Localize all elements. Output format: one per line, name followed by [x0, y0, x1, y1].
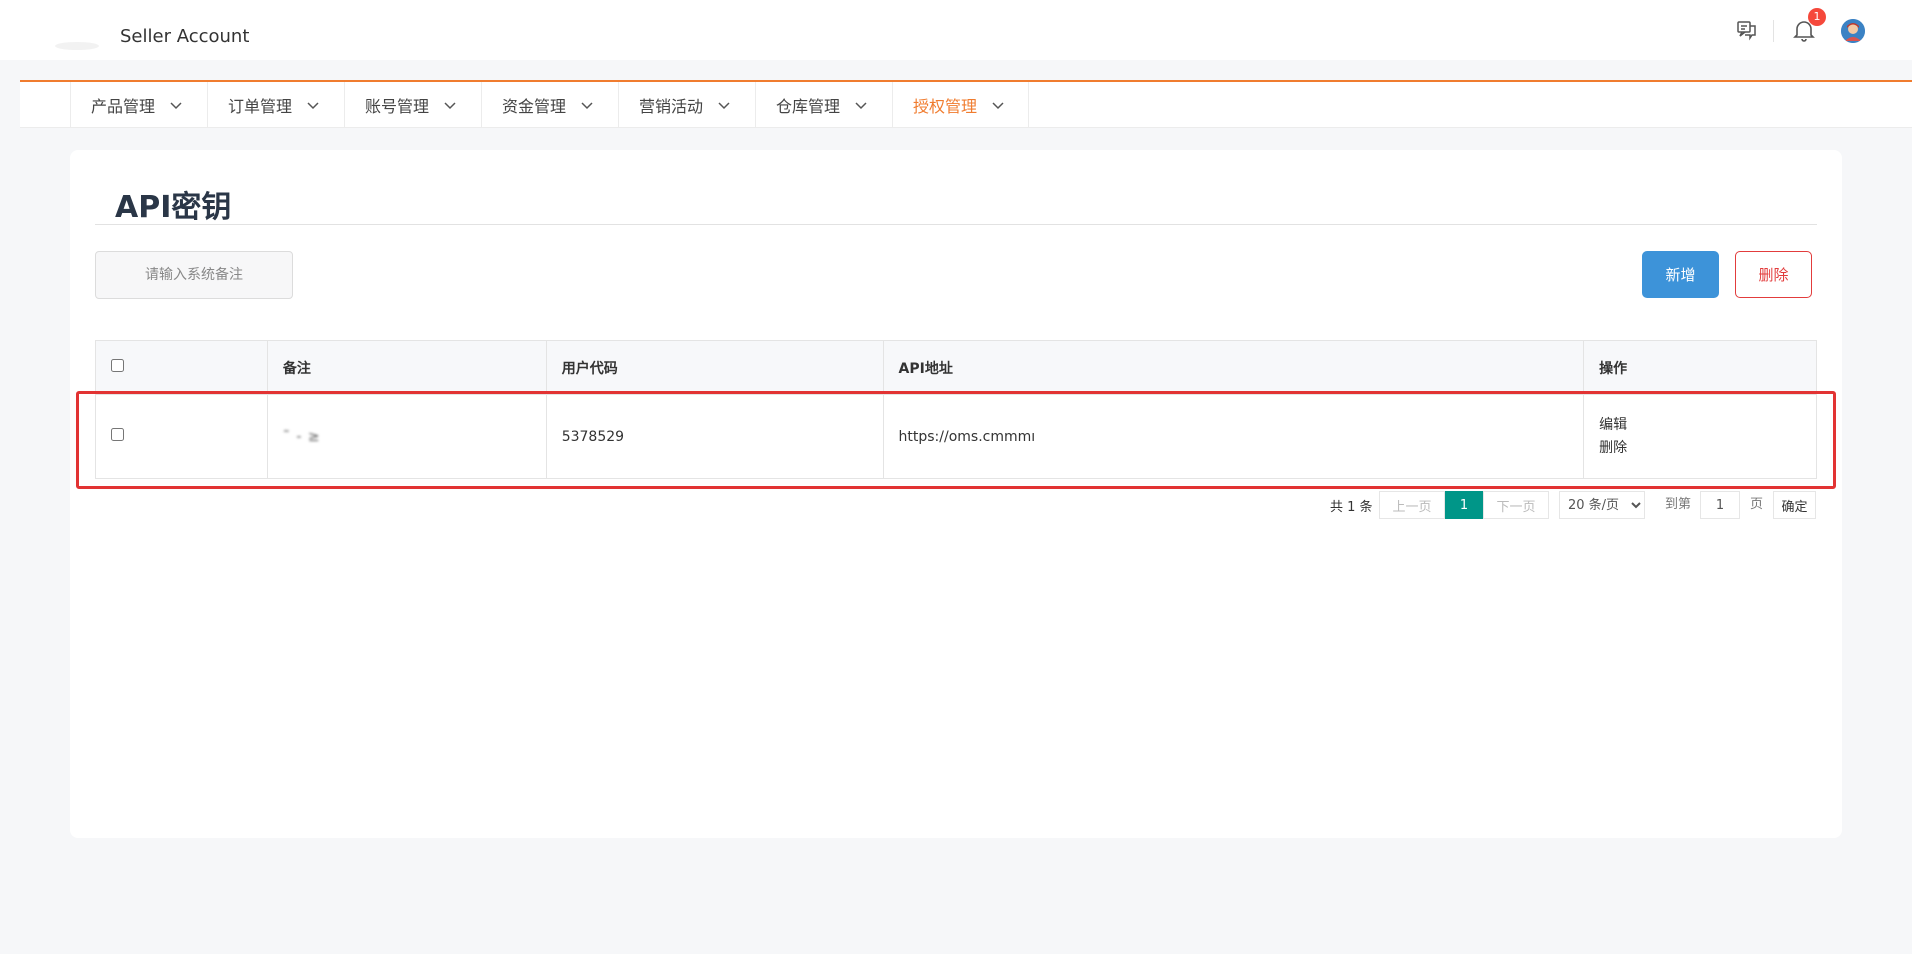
prev-page-button[interactable]: 上一页: [1379, 491, 1445, 519]
page-unit-label: 页: [1750, 497, 1764, 512]
nav-item-label: 产品管理: [91, 97, 156, 116]
api-url-cell: https://oms.cmmmı: [882, 394, 1585, 479]
avatar[interactable]: [1841, 19, 1865, 43]
chevron-down-icon: [169, 98, 183, 112]
api-key-table: 备注 用户代码 API地址 操作 ˜ - ≥ 5378529 https://o…: [95, 340, 1817, 479]
goto-page-input[interactable]: [1700, 491, 1740, 519]
user-code-cell: 5378529: [545, 394, 884, 479]
chevron-down-icon: [443, 98, 457, 112]
nav-item-marketing[interactable]: 营销活动: [618, 82, 755, 128]
nav-item-funds[interactable]: 资金管理: [481, 82, 618, 128]
select-all-cell: [95, 340, 268, 395]
chat-icon[interactable]: [1733, 16, 1761, 44]
page-size-select[interactable]: 20 条/页: [1559, 491, 1645, 519]
main-nav: 产品管理 订单管理 账号管理 资金管理 营销活动 仓库管理 授权管理: [20, 80, 1912, 128]
api-url-value: https://oms.cmmmı: [898, 428, 1036, 445]
goto-label: 到第: [1665, 497, 1692, 512]
nav-item-orders[interactable]: 订单管理: [207, 82, 344, 128]
column-header-user-code: 用户代码: [545, 340, 884, 395]
page-title: API密钥: [115, 190, 232, 225]
notification-badge: 1: [1808, 8, 1826, 26]
note-cell: ˜ - ≥: [266, 394, 547, 479]
nav-item-accounts[interactable]: 账号管理: [344, 82, 481, 128]
chevron-down-icon: [991, 98, 1005, 112]
table-header-row: 备注 用户代码 API地址 操作: [95, 340, 1817, 395]
edit-link[interactable]: 编辑: [1599, 414, 1801, 437]
nav-item-authorization[interactable]: 授权管理: [892, 82, 1029, 128]
actions-cell: 编辑 删除: [1583, 394, 1817, 479]
delete-link[interactable]: 删除: [1599, 437, 1801, 460]
select-all-checkbox[interactable]: [111, 359, 124, 372]
chevron-down-icon: [717, 98, 731, 112]
top-bar: Seller Account 1: [0, 0, 1912, 60]
nav-item-label: 营销活动: [639, 97, 704, 116]
column-header-note: 备注: [266, 340, 547, 395]
delete-button[interactable]: 删除: [1735, 251, 1812, 298]
logo-icon: [55, 42, 99, 50]
total-count: 共 1 条: [1330, 499, 1373, 515]
row-checkbox[interactable]: [111, 428, 124, 441]
nav-item-label: 资金管理: [502, 97, 567, 116]
nav-item-warehouse[interactable]: 仓库管理: [755, 82, 892, 128]
title-divider: [95, 224, 1817, 225]
nav-item-label: 授权管理: [913, 97, 978, 116]
column-header-api-url: API地址: [882, 340, 1585, 395]
nav-item-label: 订单管理: [228, 97, 293, 116]
nav-item-label: 账号管理: [365, 97, 430, 116]
current-page-button[interactable]: 1: [1445, 491, 1483, 519]
search-input[interactable]: [95, 251, 293, 299]
next-page-button[interactable]: 下一页: [1483, 491, 1549, 519]
chevron-down-icon: [854, 98, 868, 112]
note-value: ˜ - ≥: [282, 428, 321, 445]
chevron-down-icon: [580, 98, 594, 112]
nav-item-products[interactable]: 产品管理: [70, 82, 207, 128]
goto-confirm-button[interactable]: 确定: [1773, 491, 1816, 519]
header-divider: [1773, 20, 1774, 42]
brand-title: Seller Account: [120, 26, 250, 47]
nav-item-label: 仓库管理: [776, 97, 841, 116]
add-button[interactable]: 新增: [1642, 251, 1719, 298]
chevron-down-icon: [306, 98, 320, 112]
column-header-actions: 操作: [1583, 340, 1817, 395]
table-row: ˜ - ≥ 5378529 https://oms.cmmmı 编辑 删除: [95, 394, 1817, 479]
row-select-cell: [95, 394, 268, 479]
